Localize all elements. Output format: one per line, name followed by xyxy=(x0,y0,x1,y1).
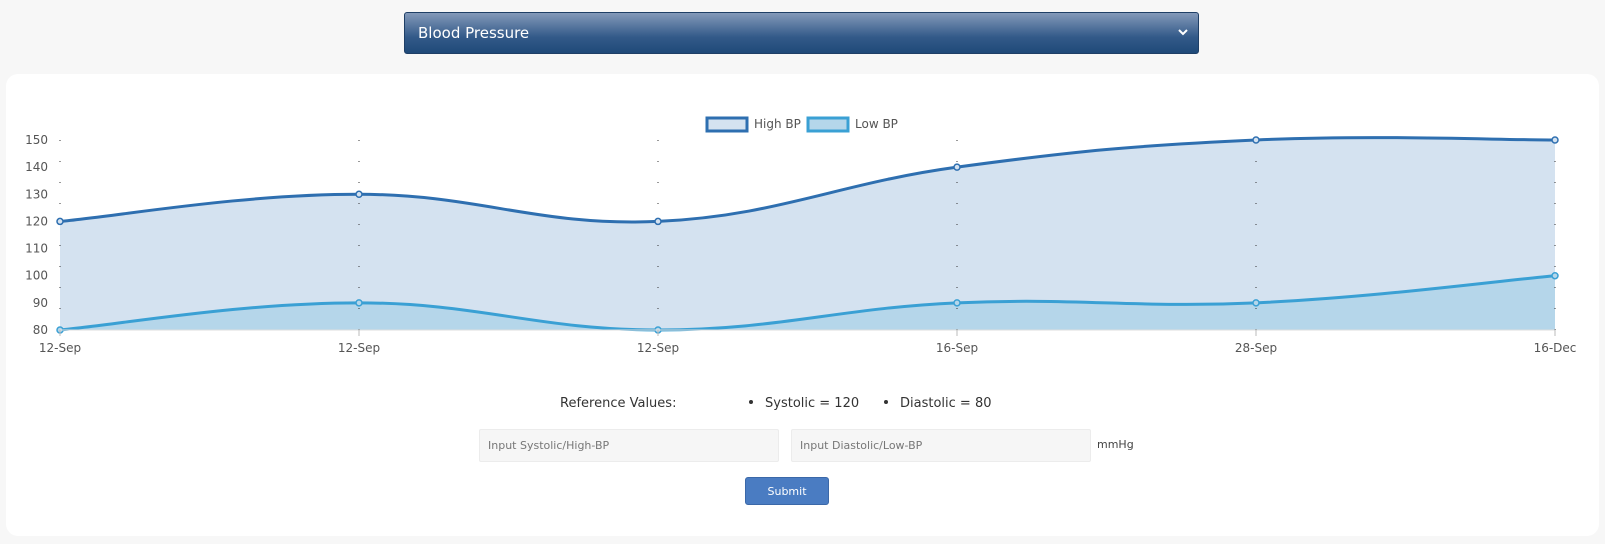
series-0-point-4 xyxy=(1252,136,1260,144)
reference-label: Reference Values: xyxy=(560,396,677,411)
series-0-point-1 xyxy=(355,190,363,199)
y-tick-label-1: 90 xyxy=(33,296,48,310)
reference-systolic: Systolic = 120 xyxy=(749,396,859,411)
legend-label-1: Low BP xyxy=(855,117,898,131)
x-tick-label-5: 16-Dec xyxy=(1534,341,1577,355)
x-tick-label-1: 12-Sep xyxy=(338,341,380,355)
x-tick-label-3: 16-Sep xyxy=(936,341,978,355)
y-tick-label-5: 130 xyxy=(25,187,48,201)
series-0-point-2 xyxy=(654,217,662,226)
diastolic-input[interactable] xyxy=(791,429,1091,462)
series-1-point-3 xyxy=(953,299,961,307)
legend-swatch-0 xyxy=(705,116,749,133)
reference-systolic-text: Systolic = 120 xyxy=(765,396,860,411)
series-0-point-3 xyxy=(953,163,961,171)
series-1-point-1 xyxy=(355,299,363,307)
unit-label: mmHg xyxy=(1097,438,1134,451)
reference-diastolic: Diastolic = 80 xyxy=(884,396,991,411)
x-tick-label-0: 12-Sep xyxy=(39,341,81,355)
systolic-input[interactable] xyxy=(479,429,779,462)
y-tick-label-3: 110 xyxy=(25,242,48,256)
bp-chart: 12-Sep 12-Sep 12-Sep 16-Sep 28-Sep 16-Dec 80 90… xyxy=(25,116,1577,355)
x-tick-label-2: 12-Sep xyxy=(637,341,679,355)
y-tick-label-0: 80 xyxy=(33,323,48,337)
y-tick-label-7: 150 xyxy=(25,133,48,147)
x-tick-label-4: 28-Sep xyxy=(1235,341,1277,355)
reference-diastolic-text: Diastolic = 80 xyxy=(900,396,992,411)
submit-button[interactable]: Submit xyxy=(745,477,829,505)
series-0-point-0 xyxy=(56,217,64,226)
legend-label-0: High BP xyxy=(754,117,801,131)
series-1-point-5 xyxy=(1551,271,1559,280)
y-tick-label-4: 120 xyxy=(25,214,48,228)
series-0-point-5 xyxy=(1551,136,1559,144)
y-tick-label-2: 100 xyxy=(25,269,48,283)
series-1-point-4 xyxy=(1252,299,1260,307)
y-tick-label-6: 140 xyxy=(25,160,48,174)
legend-swatch-1 xyxy=(806,116,850,133)
